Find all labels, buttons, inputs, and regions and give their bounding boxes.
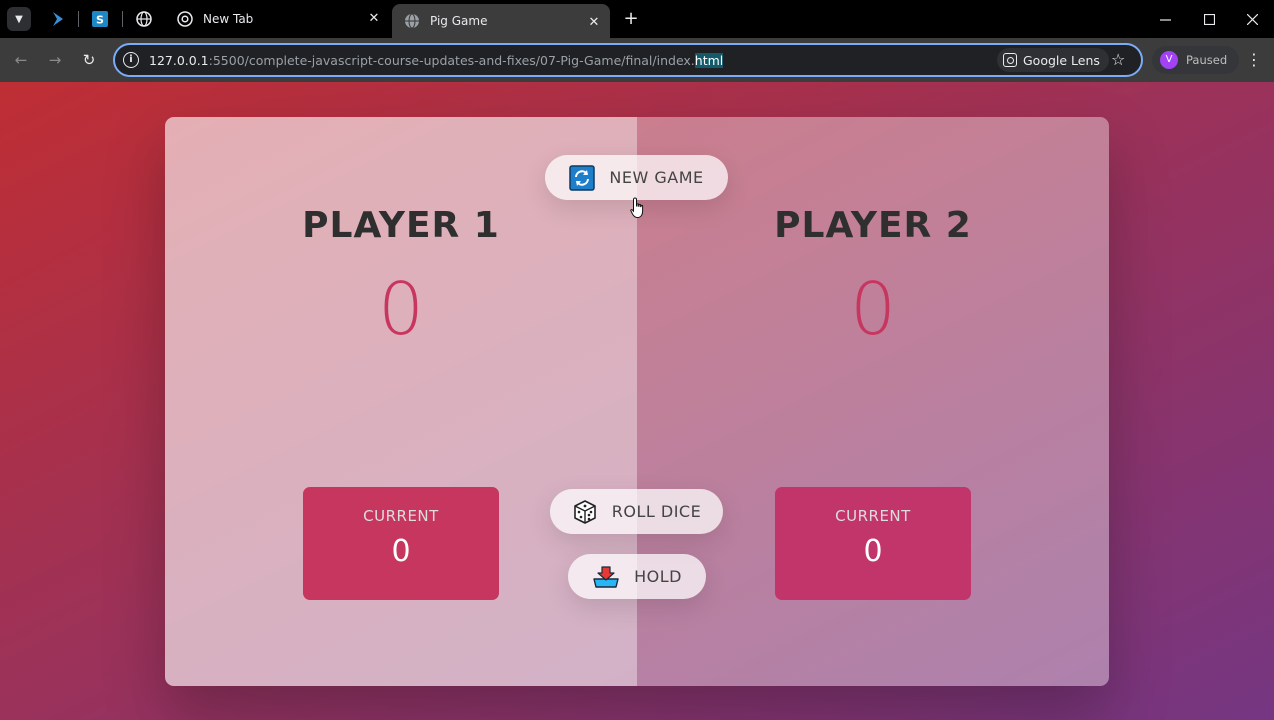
page-viewport: PLAYER 1 0 CURRENT 0 PLAYER 2 0 CURRENT … [0, 82, 1274, 720]
tab-separator [78, 11, 79, 27]
refresh-icon [569, 164, 596, 191]
tab-pig-game[interactable]: Pig Game ✕ [392, 4, 610, 38]
player-2-panel: PLAYER 2 0 CURRENT 0 [637, 117, 1109, 686]
lens-icon [1003, 53, 1017, 67]
hold-button[interactable]: HOLD [568, 554, 706, 599]
maximize-icon[interactable] [1187, 0, 1231, 38]
player-1-panel: PLAYER 1 0 CURRENT 0 [165, 117, 637, 686]
player-2-current-box: CURRENT 0 [775, 487, 971, 600]
player-1-name: PLAYER 1 [302, 205, 500, 246]
player-1-current-box: CURRENT 0 [303, 487, 499, 600]
url-text[interactable]: 127.0.0.1:5500/complete-javascript-cours… [149, 53, 724, 68]
roll-dice-button[interactable]: ROLL DICE [550, 489, 723, 534]
tab-title: Pig Game [430, 14, 488, 28]
google-lens-button[interactable]: Google Lens [997, 48, 1109, 72]
more-menu-icon[interactable]: ⋮ [1242, 48, 1266, 72]
bookmark-star-icon[interactable]: ☆ [1111, 50, 1125, 69]
player-2-current-score: 0 [863, 534, 883, 569]
tab-new-tab[interactable]: New Tab ✕ [165, 0, 390, 38]
tab-separator [122, 11, 123, 27]
avatar: V [1160, 51, 1178, 69]
address-bar[interactable]: i 127.0.0.1:5500/complete-javascript-cou… [113, 43, 1143, 77]
reload-icon[interactable]: ↻ [77, 48, 101, 72]
tab-strip: ▼ S New Tab ✕ Pig Game ✕ + [0, 0, 1274, 38]
close-tab-icon[interactable]: ✕ [586, 15, 602, 31]
pinned-tab-arrow-icon[interactable] [48, 9, 68, 29]
close-tab-icon[interactable]: ✕ [366, 11, 382, 27]
chrome-icon [177, 11, 193, 27]
player-2-score: 0 [850, 267, 896, 351]
tab-search-chevron-down-icon[interactable]: ▼ [7, 7, 31, 31]
tab-title: New Tab [203, 12, 254, 26]
google-lens-label: Google Lens [1023, 52, 1100, 68]
hold-label: HOLD [634, 567, 682, 586]
download-tray-icon [592, 565, 620, 589]
new-tab-plus-icon[interactable]: + [620, 8, 642, 30]
player-1-score: 0 [378, 267, 424, 351]
svg-text:S: S [96, 14, 104, 27]
new-game-label: NEW GAME [609, 168, 704, 187]
close-window-icon[interactable] [1230, 0, 1274, 38]
pinned-tab-globe-icon[interactable] [134, 9, 154, 29]
forward-arrow-icon[interactable]: → [43, 48, 67, 72]
player-2-name: PLAYER 2 [774, 205, 972, 246]
pinned-tab-s-logo-icon[interactable]: S [90, 9, 110, 29]
minimize-icon[interactable] [1143, 0, 1187, 38]
globe-icon [404, 13, 420, 29]
profile-status: Paused [1186, 53, 1228, 67]
site-info-icon[interactable]: i [123, 52, 139, 68]
profile-button[interactable]: V Paused [1152, 46, 1240, 74]
player-1-current-score: 0 [391, 534, 411, 569]
dice-icon [572, 499, 598, 525]
browser-toolbar: ← → ↻ i 127.0.0.1:5500/complete-javascri… [0, 38, 1274, 82]
current-label: CURRENT [363, 507, 439, 525]
hand-cursor-icon [630, 197, 646, 223]
new-game-button[interactable]: NEW GAME [545, 155, 728, 200]
roll-dice-label: ROLL DICE [611, 502, 702, 521]
back-arrow-icon[interactable]: ← [9, 48, 33, 72]
current-label: CURRENT [835, 507, 911, 525]
